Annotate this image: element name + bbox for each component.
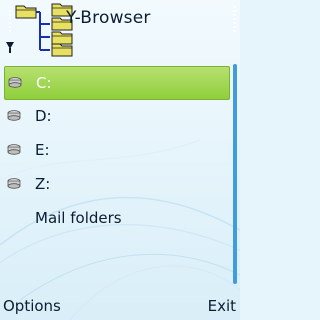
list-item-mail-folders[interactable]: Mail folders xyxy=(4,202,230,236)
scrollbar-thumb[interactable] xyxy=(233,64,237,284)
list-item-z-drive[interactable]: Z: xyxy=(4,168,230,202)
app-title: Y-Browser xyxy=(66,8,151,28)
list-item-label: D: xyxy=(35,107,52,125)
drive-list: C: D: E: Z: Mail folders xyxy=(4,66,230,236)
drive-icon xyxy=(7,178,21,189)
list-item-label: E: xyxy=(35,141,50,159)
options-softkey[interactable]: Options xyxy=(3,297,61,315)
scrollbar[interactable] xyxy=(233,64,237,284)
title-pane: Y-Browser xyxy=(0,0,240,58)
list-item-label: Z: xyxy=(35,175,51,193)
list-item-e-drive[interactable]: E: xyxy=(4,134,230,168)
list-item-c-drive[interactable]: C: xyxy=(4,66,230,100)
battery-level-icon xyxy=(233,6,236,32)
list-item-label: C: xyxy=(36,74,52,92)
exit-softkey[interactable]: Exit xyxy=(208,297,236,315)
drive-icon xyxy=(7,110,21,121)
list-item-d-drive[interactable]: D: xyxy=(4,100,230,134)
drive-icon xyxy=(8,77,22,88)
list-item-label: Mail folders xyxy=(35,209,122,227)
softkey-bar: Options Exit xyxy=(0,295,240,320)
drive-icon xyxy=(7,144,21,155)
